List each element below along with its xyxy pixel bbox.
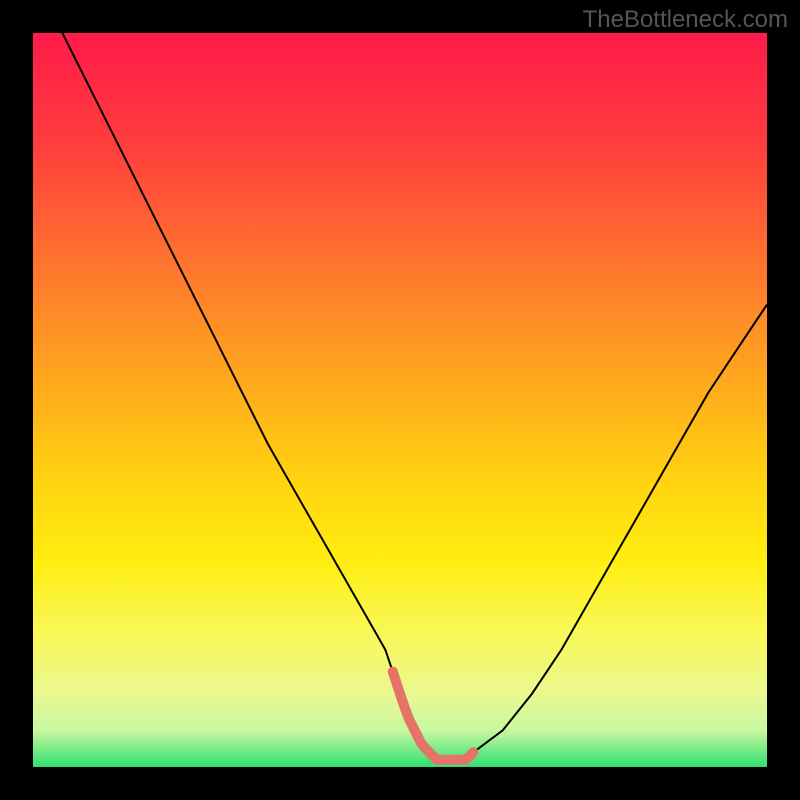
optimal-range-marker [393,672,474,760]
plot-area [33,33,767,767]
curve-layer [33,33,767,767]
bottleneck-curve [62,33,767,760]
chart-frame: TheBottleneck.com [0,0,800,800]
watermark-text: TheBottleneck.com [583,6,788,34]
